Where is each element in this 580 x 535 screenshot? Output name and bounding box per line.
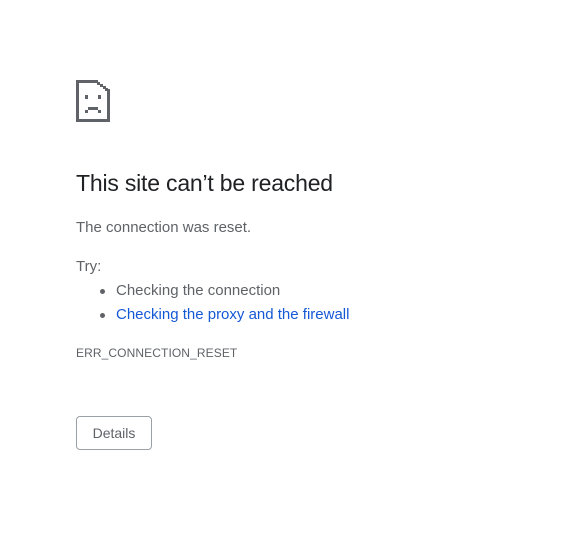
- bullet-icon: [100, 313, 105, 318]
- try-label: Try:: [76, 258, 102, 275]
- suggestion-item: Checking the connection: [76, 281, 349, 305]
- error-summary: The connection was reset.: [76, 219, 252, 236]
- page-title: This site can’t be reached: [76, 170, 333, 196]
- suggestion-proxy-firewall-link[interactable]: Checking the proxy and the firewall: [116, 306, 349, 323]
- suggestion-check-connection: Checking the connection: [116, 282, 281, 299]
- error-code: ERR_CONNECTION_RESET: [76, 346, 238, 360]
- bullet-icon: [100, 289, 105, 294]
- suggestions-list: Checking the connection Checking the pro…: [76, 281, 349, 329]
- suggestion-item: Checking the proxy and the firewall: [76, 305, 349, 329]
- error-page: This site can’t be reached The connectio…: [76, 80, 556, 450]
- sad-page-icon: [76, 80, 110, 122]
- details-button[interactable]: Details: [76, 416, 152, 450]
